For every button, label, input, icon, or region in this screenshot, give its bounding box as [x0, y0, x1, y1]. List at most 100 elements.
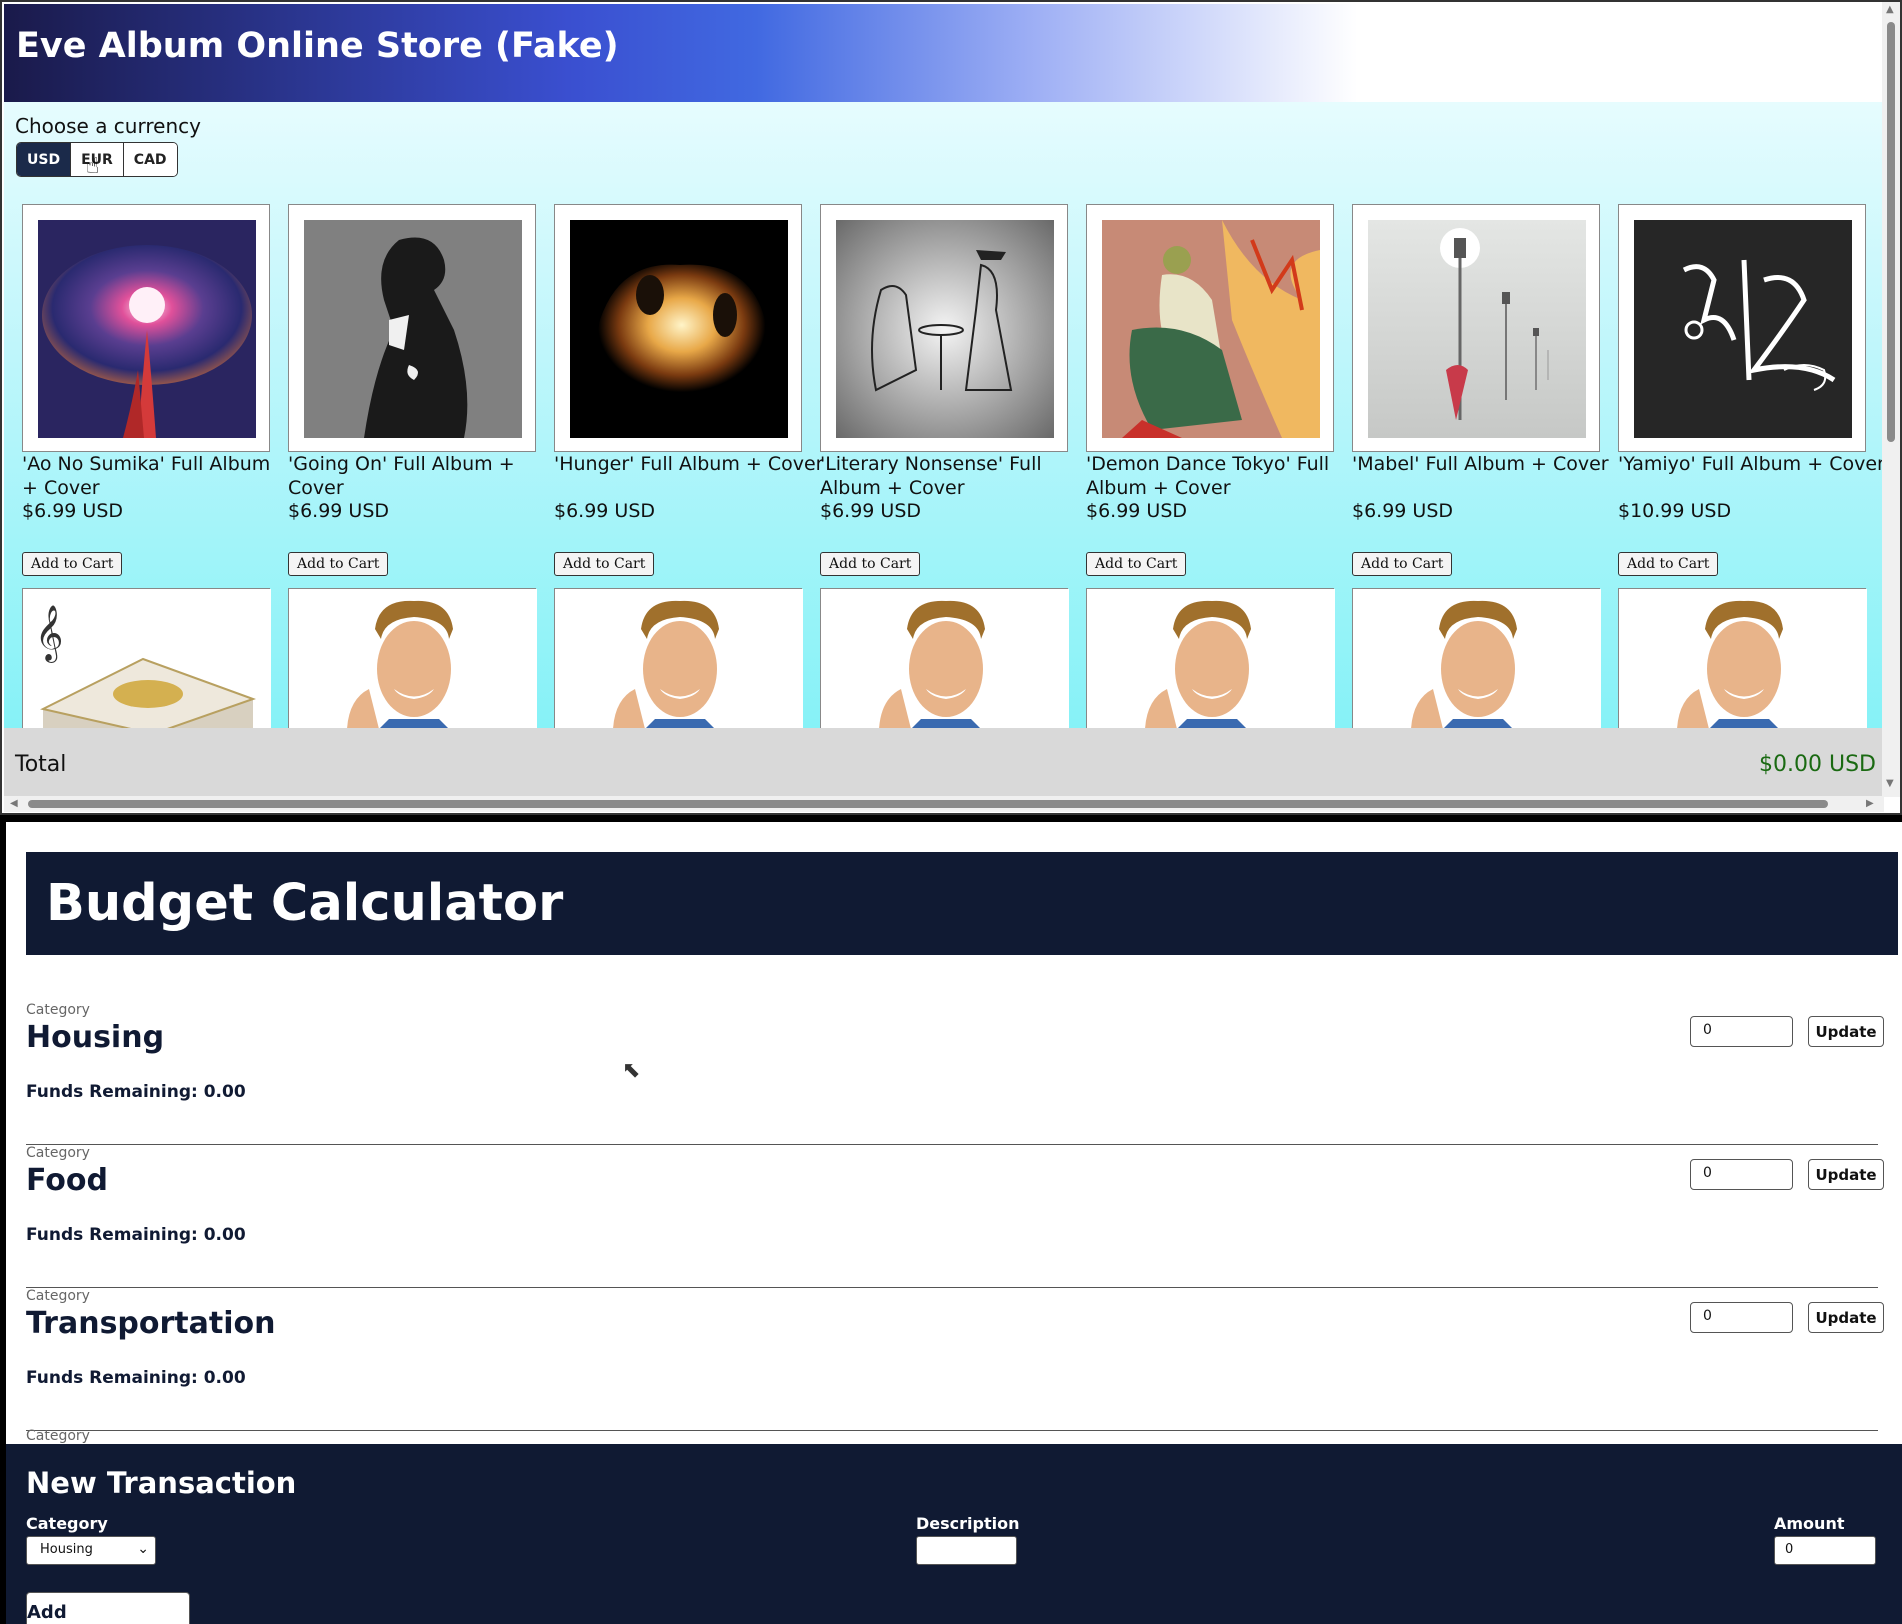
sketch-art-icon — [836, 220, 1054, 438]
product-price: $6.99 USD — [1086, 500, 1188, 522]
product-thumbnail[interactable] — [288, 204, 536, 452]
scroll-left-icon[interactable]: ◀ — [10, 798, 18, 809]
budget-header: Budget Calculator — [26, 852, 1898, 955]
add-to-cart-button[interactable]: Add to Cart — [1352, 552, 1453, 576]
scroll-up-icon[interactable]: ▲ — [1886, 4, 1894, 15]
store-header: Eve Album Online Store (Fake) — [4, 4, 1884, 102]
add-to-cart-button[interactable]: Add to Cart — [820, 552, 921, 576]
dancer-art-icon — [1102, 220, 1320, 438]
store-window: Eve Album Online Store (Fake) Choose a c… — [0, 0, 1902, 815]
product-thumbnail[interactable] — [1352, 204, 1600, 452]
update-button[interactable]: Update — [1808, 1159, 1884, 1190]
currency-label: Choose a currency — [15, 114, 201, 138]
add-to-cart-button[interactable]: Add to Cart — [554, 552, 655, 576]
product-name: 'Going On' Full Album + Cover — [288, 453, 515, 499]
store-body: Choose a currency USD EUR CAD ☝ 'Ao No S… — [4, 102, 1884, 728]
horizontal-scrollbar-thumb[interactable] — [28, 800, 1828, 808]
product-thumbnail[interactable] — [1352, 588, 1601, 728]
product-name: 'Yamiyo' Full Album + Cover — [1618, 453, 1884, 475]
horizontal-scrollbar[interactable]: ◀ ▶ — [4, 796, 1884, 812]
category-transportation: Category Transportation Funds Remaining:… — [26, 1288, 1884, 1431]
stock-photo-man-icon — [289, 589, 537, 728]
product-name: 'Mabel' Full Album + Cover — [1352, 453, 1609, 475]
stock-photo-man-icon — [555, 589, 803, 728]
category-label: Category — [26, 1145, 90, 1161]
funds-remaining: Funds Remaining: 0.00 — [26, 1368, 246, 1388]
category-food: Category Food Funds Remaining: 0.00 0 Up… — [26, 1145, 1884, 1288]
currency-usd-button[interactable]: USD — [17, 143, 72, 176]
product-name: 'Hunger' Full Album + Cover — [554, 453, 824, 475]
transaction-title: New Transaction — [26, 1466, 297, 1500]
product-name: 'Literary Nonsense' Full Album + Cover — [820, 453, 1042, 499]
add-to-cart-button[interactable]: Add to Cart — [1086, 552, 1187, 576]
product-thumbnail[interactable] — [820, 204, 1068, 452]
currency-cad-button[interactable]: CAD — [123, 143, 177, 176]
transaction-category-select[interactable]: Housing ⌄ — [26, 1536, 156, 1565]
calligraphy-art-icon — [1634, 220, 1852, 438]
gray-figure-art-icon — [304, 220, 522, 438]
product-price: $6.99 USD — [1352, 500, 1454, 522]
transaction-description-input[interactable] — [916, 1536, 1017, 1565]
product-thumbnail[interactable] — [554, 588, 803, 728]
product-price: $6.99 USD — [288, 500, 390, 522]
product-name: 'Ao No Sumika' Full Album + Cover — [22, 453, 271, 499]
page-title: Budget Calculator — [46, 874, 564, 933]
stock-photo-man-icon — [1353, 589, 1601, 728]
product-thumbnail[interactable] — [554, 204, 802, 452]
budget-amount-input[interactable]: 0 — [1690, 1302, 1793, 1333]
update-button[interactable]: Update — [1808, 1016, 1884, 1047]
svg-text:𝄞: 𝄞 — [35, 605, 63, 663]
eye-art-icon — [38, 220, 256, 438]
add-to-cart-button[interactable]: Add to Cart — [288, 552, 389, 576]
transaction-amount-label: Amount — [1774, 1514, 1845, 1533]
stock-photo-man-icon — [1619, 589, 1867, 728]
product-price: $10.99 USD — [1618, 500, 1732, 522]
category-housing: Category Housing Funds Remaining: 0.00 0… — [26, 1002, 1884, 1145]
update-button[interactable]: Update — [1808, 1302, 1884, 1333]
category-name: Transportation — [26, 1306, 276, 1341]
product-thumbnail[interactable] — [1086, 204, 1334, 452]
product-thumbnail[interactable] — [1618, 588, 1867, 728]
product-thumbnail[interactable] — [288, 588, 537, 728]
budget-page: Budget Calculator Category Housing Funds… — [6, 822, 1902, 1624]
selected-category: Housing — [40, 1542, 93, 1557]
vertical-scrollbar[interactable]: ▲ ▼ — [1882, 2, 1900, 797]
add-to-cart-button[interactable]: Add to Cart — [22, 552, 123, 576]
transaction-description-label: Description — [916, 1514, 1020, 1533]
stock-photo-man-icon — [821, 589, 1069, 728]
stock-photo-man-icon — [1087, 589, 1335, 728]
arrow-cursor-icon: ⬉ — [622, 1058, 641, 1083]
vertical-scrollbar-thumb[interactable] — [1887, 22, 1895, 442]
product-thumbnail[interactable]: 𝄞 — [22, 588, 271, 728]
product-thumbnail[interactable] — [1618, 204, 1866, 452]
add-transaction-button[interactable]: Add Transaction — [26, 1592, 190, 1624]
add-to-cart-button[interactable]: Add to Cart — [1618, 552, 1719, 576]
hand-cursor-icon: ☝ — [86, 154, 100, 179]
category-label: Category — [26, 1002, 90, 1018]
product-thumbnail[interactable] — [1086, 588, 1335, 728]
product-price: $6.99 USD — [22, 500, 124, 522]
product-thumbnail[interactable] — [820, 588, 1069, 728]
store-title: Eve Album Online Store (Fake) — [16, 26, 619, 66]
fire-art-icon — [570, 220, 788, 438]
product-price: $6.99 USD — [820, 500, 922, 522]
funds-remaining: Funds Remaining: 0.00 — [26, 1082, 246, 1102]
category-name: Food — [26, 1163, 108, 1198]
transaction-amount-input[interactable]: 0 — [1774, 1536, 1876, 1565]
category-label: Category — [26, 1288, 90, 1304]
budget-amount-input[interactable]: 0 — [1690, 1159, 1793, 1190]
music-box-image-icon: 𝄞 — [23, 589, 271, 728]
total-label: Total — [15, 752, 67, 777]
total-bar: Total $0.00 USD — [4, 728, 1884, 796]
scroll-down-icon[interactable]: ▼ — [1886, 778, 1894, 789]
scroll-right-icon[interactable]: ▶ — [1866, 798, 1874, 809]
product-price: $6.99 USD — [554, 500, 656, 522]
budget-amount-input[interactable]: 0 — [1690, 1016, 1793, 1047]
product-thumbnail[interactable] — [22, 204, 270, 452]
streetlamp-art-icon — [1368, 220, 1586, 438]
product-name: 'Demon Dance Tokyo' Full Album + Cover — [1086, 453, 1330, 499]
total-value: $0.00 USD — [1759, 752, 1876, 777]
funds-remaining: Funds Remaining: 0.00 — [26, 1225, 246, 1245]
chevron-down-icon: ⌄ — [137, 1541, 149, 1557]
budget-window: Budget Calculator Category Housing Funds… — [0, 818, 1902, 1624]
